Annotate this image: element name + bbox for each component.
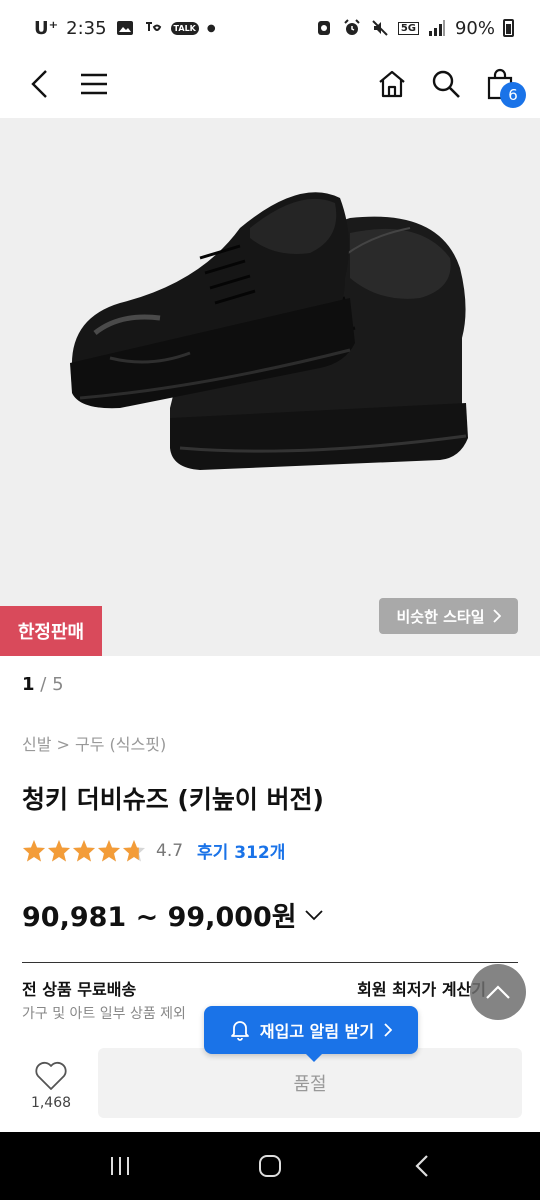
android-back-button[interactable] — [402, 1146, 442, 1186]
rating-value: 4.7 — [156, 840, 184, 861]
hamburger-icon — [81, 73, 107, 95]
pager-total: 5 — [52, 674, 64, 695]
chevron-down-icon — [305, 909, 323, 920]
pager-separator: / — [40, 674, 53, 695]
kakaotalk-icon: TALK — [170, 21, 199, 35]
android-home-button[interactable] — [250, 1146, 290, 1186]
sync-icon — [143, 18, 163, 38]
home-button[interactable] — [370, 62, 414, 106]
bottom-action-bar: 1,468 품절 — [0, 1044, 540, 1132]
bell-icon — [231, 1021, 249, 1041]
star-icon — [73, 839, 95, 861]
chevron-left-icon — [31, 70, 47, 98]
wishlist-count: 1,468 — [30, 1095, 72, 1111]
price-range: 90,981 ~ 99,000원 — [22, 902, 297, 933]
status-right: 5G 90% — [314, 18, 514, 39]
status-left: U⁺ 2:35 TALK ● — [34, 18, 216, 39]
section-divider — [22, 962, 518, 963]
back-button[interactable] — [18, 62, 62, 106]
limited-sale-badge: 한정판매 — [0, 606, 102, 656]
android-navigation-bar — [0, 1132, 540, 1200]
battery-percent: 90% — [454, 17, 495, 39]
restock-alert-button[interactable]: 재입고 알림 받기 — [204, 1006, 418, 1062]
similar-style-label: 비슷한 스타일 — [396, 607, 485, 626]
heart-icon — [35, 1061, 67, 1090]
restock-alert-label: 재입고 알림 받기 — [259, 1022, 375, 1041]
more-notifications-icon: ● — [206, 22, 216, 34]
cart-button[interactable]: 6 — [478, 62, 526, 108]
price-row[interactable]: 90,981 ~ 99,000원 — [22, 895, 323, 934]
search-button[interactable] — [424, 62, 468, 106]
scroll-top-button[interactable] — [470, 964, 526, 1020]
signal-icon — [427, 18, 447, 38]
recent-apps-icon — [111, 1157, 129, 1175]
product-image-carousel[interactable]: 한정판매 비슷한 스타일 — [0, 118, 540, 656]
member-price-calculator-link[interactable]: 회원 최저가 계산기 — [357, 976, 486, 1000]
home-icon — [379, 70, 405, 98]
clock: 2:35 — [66, 17, 107, 39]
free-shipping-title: 전 상품 무료배송 — [22, 980, 137, 999]
chevron-right-icon — [492, 609, 501, 623]
network-type: 5G — [397, 21, 419, 35]
similar-style-button[interactable]: 비슷한 스타일 — [379, 598, 518, 634]
star-icon — [123, 839, 145, 861]
chevron-up-icon — [486, 985, 510, 999]
search-icon — [432, 70, 460, 98]
carrier-label: U⁺ — [34, 17, 59, 39]
image-pager: 1 / 5 — [22, 674, 64, 695]
battery-icon — [503, 19, 514, 37]
star-icon — [23, 839, 45, 861]
rating-row: 4.7 후기 312개 — [22, 838, 285, 863]
top-nav: 6 — [0, 56, 540, 116]
star-rating — [22, 839, 146, 863]
product-photo-derby-shoes — [70, 192, 468, 470]
category-breadcrumb[interactable]: 신발 > 구두 (식스핏) — [22, 731, 166, 755]
product-title: 청키 더비슈즈 (키높이 버전) — [22, 785, 324, 814]
free-shipping-note: 가구 및 아트 일부 상품 제외 — [22, 1006, 186, 1022]
pager-current: 1 — [22, 674, 35, 695]
recent-apps-button[interactable] — [100, 1146, 140, 1186]
recycle-icon — [314, 18, 334, 38]
cart-count-badge: 6 — [500, 82, 526, 108]
wishlist-button[interactable]: 1,468 — [18, 1054, 84, 1118]
star-icon — [48, 839, 70, 861]
mute-icon — [370, 18, 390, 38]
gallery-icon — [115, 18, 135, 38]
chevron-right-icon — [384, 1023, 393, 1037]
alarm-icon — [342, 18, 362, 38]
review-count-link[interactable]: 후기 312개 — [197, 838, 285, 863]
menu-button[interactable] — [72, 62, 116, 106]
back-arrow-icon — [415, 1155, 428, 1177]
star-icon — [98, 839, 120, 861]
home-circle-icon — [259, 1155, 281, 1177]
status-bar: U⁺ 2:35 TALK ● 5G 90% — [0, 0, 540, 56]
